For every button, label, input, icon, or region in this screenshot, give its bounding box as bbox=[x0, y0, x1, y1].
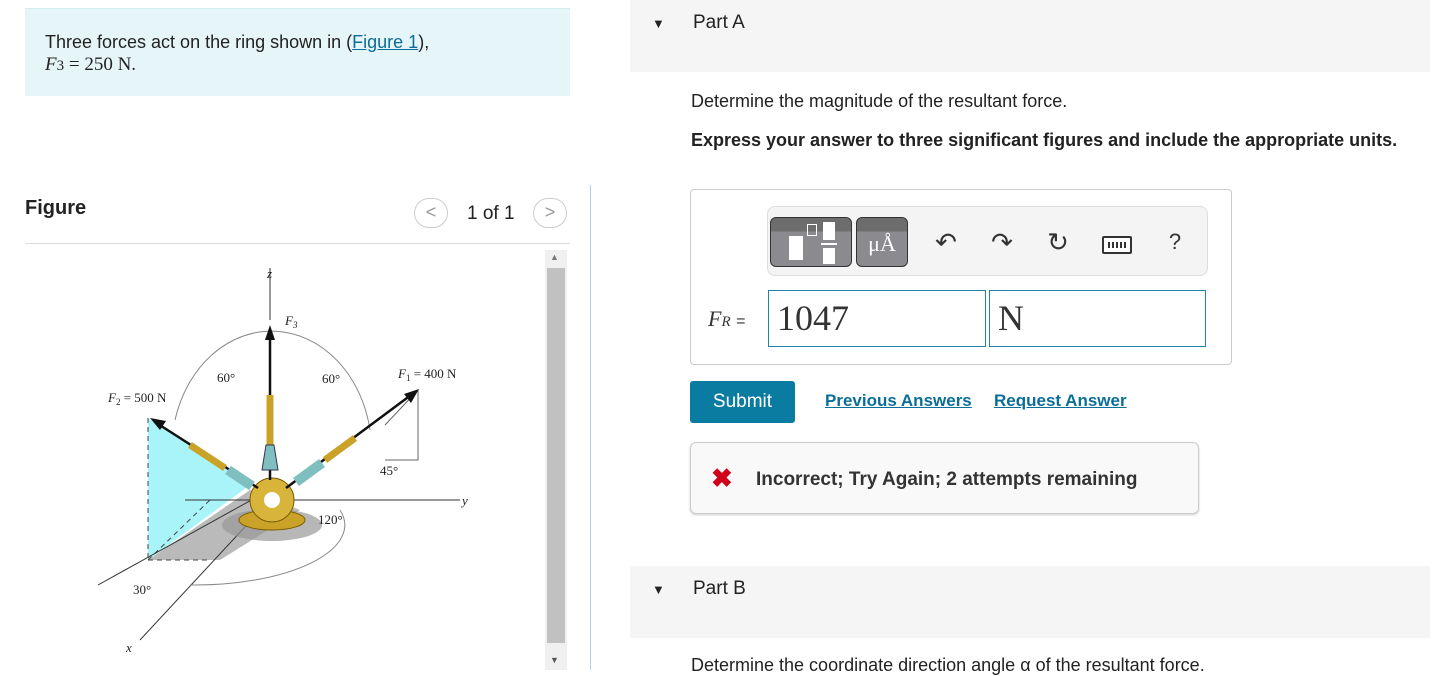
svg-text:F1 = 400 N: F1 = 400 N bbox=[397, 366, 457, 383]
undo-icon[interactable]: ↶ bbox=[928, 227, 964, 258]
svg-text:x: x bbox=[125, 640, 132, 655]
feedback-text: Incorrect; Try Again; 2 attempts remaini… bbox=[756, 469, 1138, 490]
svg-text:F3: F3 bbox=[284, 313, 298, 330]
value-input[interactable]: 1047 bbox=[768, 290, 986, 347]
submit-button[interactable]: Submit bbox=[690, 381, 795, 423]
svg-text:45°: 45° bbox=[380, 463, 398, 478]
templates-button[interactable] bbox=[770, 217, 852, 267]
previous-answers-link[interactable]: Previous Answers bbox=[825, 391, 972, 411]
math-toolbar: μÅ ↶ ↷ ↻ ? bbox=[767, 206, 1208, 276]
svg-text:30°: 30° bbox=[133, 582, 151, 597]
part-a-question: Determine the magnitude of the resultant… bbox=[691, 91, 1068, 111]
caret-down-icon: ▼ bbox=[652, 582, 665, 597]
scroll-down-icon[interactable]: ▼ bbox=[550, 655, 559, 665]
units-button[interactable]: μÅ bbox=[856, 217, 908, 267]
part-b-header[interactable]: ▼ Part B bbox=[630, 566, 1430, 638]
reset-icon[interactable]: ↻ bbox=[1040, 227, 1076, 258]
units-input[interactable]: N bbox=[989, 290, 1206, 347]
part-b-question: Determine the coordinate direction angle… bbox=[691, 655, 1205, 675]
scrollbar-thumb[interactable] bbox=[547, 268, 565, 643]
svg-text:z: z bbox=[266, 266, 272, 281]
answer-label: FR = bbox=[708, 306, 746, 331]
part-a-header[interactable]: ▼ Part A bbox=[630, 0, 1430, 72]
svg-text:F2 = 500 N: F2 = 500 N bbox=[107, 390, 167, 407]
request-answer-link[interactable]: Request Answer bbox=[994, 391, 1127, 411]
part-a-instruction: Express your answer to three significant… bbox=[691, 130, 1398, 150]
redo-icon[interactable]: ↷ bbox=[984, 227, 1020, 258]
figure-image: z y x F3 F1 = 400 N F2 = 500 N 60° 60° 4… bbox=[97, 266, 468, 655]
svg-text:60°: 60° bbox=[217, 370, 235, 385]
svg-text:60°: 60° bbox=[322, 371, 340, 386]
help-button[interactable]: ? bbox=[1157, 229, 1193, 255]
keyboard-icon[interactable] bbox=[1102, 236, 1132, 254]
error-x-icon: ✖ bbox=[711, 463, 733, 493]
svg-text:y: y bbox=[460, 493, 468, 508]
feedback-box: ✖ Incorrect; Try Again; 2 attempts remai… bbox=[690, 442, 1199, 514]
chevron-right-icon: > bbox=[544, 202, 556, 222]
panel-divider bbox=[590, 185, 591, 670]
svg-text:120°: 120° bbox=[318, 512, 343, 527]
scroll-up-icon[interactable]: ▲ bbox=[550, 252, 559, 262]
caret-down-icon: ▼ bbox=[652, 16, 665, 31]
